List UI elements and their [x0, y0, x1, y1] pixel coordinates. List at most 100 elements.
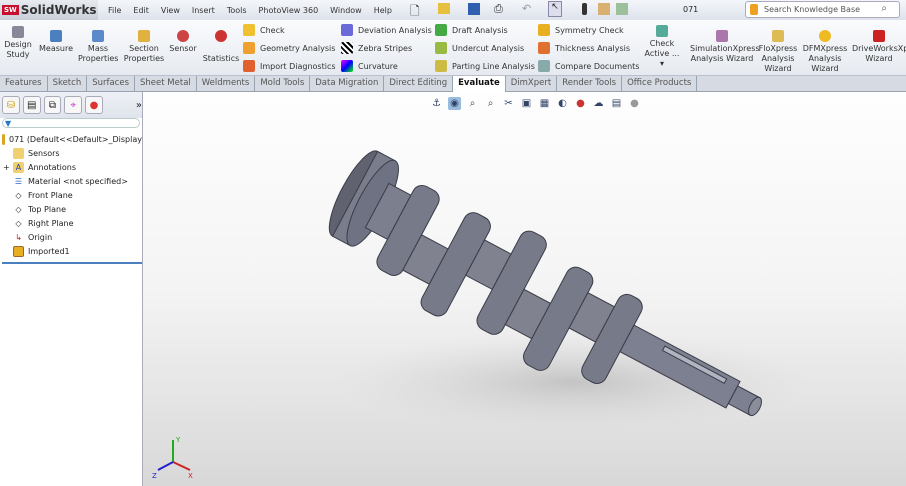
deviation-analysis-button[interactable]: Deviation Analysis [341, 22, 432, 38]
menu-file[interactable]: File [108, 6, 121, 15]
dimxpert-manager-tab-icon[interactable]: ⌖ [64, 96, 83, 114]
tree-item-sensors[interactable]: Sensors [2, 146, 142, 160]
tab-surfaces[interactable]: Surfaces [87, 76, 136, 92]
mass-properties-icon [92, 30, 104, 42]
menu-tools[interactable]: Tools [227, 6, 247, 15]
simulationxpress-button[interactable]: SimulationXpress Analysis Wizard [690, 30, 760, 64]
app-logo[interactable]: SW SolidWorks [0, 0, 98, 20]
driveworksxpress-icon [873, 30, 885, 42]
import-diagnostics-button[interactable]: Import Diagnostics [243, 58, 336, 74]
menu-window[interactable]: Window [330, 6, 362, 15]
statistics-button[interactable]: Statistics [202, 30, 240, 64]
parting-line-analysis-button[interactable]: Parting Line Analysis [435, 58, 535, 74]
tab-dimxpert[interactable]: DimXpert [506, 76, 558, 92]
menu-bar: SW SolidWorks File Edit View Insert Tools Phot… [0, 0, 906, 20]
tab-sheet-metal[interactable]: Sheet Metal [135, 76, 197, 92]
logo-badge: SW [2, 5, 19, 15]
triad-z-label: Z [152, 472, 157, 480]
save-icon[interactable] [468, 3, 480, 15]
tab-features[interactable]: Features [0, 76, 48, 92]
property-manager-tab-icon[interactable]: ▤ [22, 96, 41, 114]
print-icon[interactable]: ⎙ [494, 2, 503, 16]
draft-analysis-icon [435, 24, 447, 36]
driveworksxpress-button[interactable]: DriveWorksXpress Wizard [852, 30, 906, 64]
graphics-area[interactable]: ⚓ ◉ ⌕ ⌕ ✂ ▣ ▦ ◐ ● ☁ ▤ ● Y X Z [143, 92, 906, 486]
menu-view[interactable]: View [161, 6, 180, 15]
tree-item-front-plane[interactable]: ◇ Front Plane [2, 188, 142, 202]
tree-item-material[interactable]: ☰ Material <not specified> [2, 174, 142, 188]
tab-sketch[interactable]: Sketch [48, 76, 88, 92]
curvature-icon [341, 60, 353, 72]
symmetry-check-button[interactable]: Symmetry Check [538, 22, 624, 38]
compare-documents-button[interactable]: Compare Documents [538, 58, 639, 74]
mass-properties-button[interactable]: Mass Properties [78, 30, 118, 64]
tab-weldments[interactable]: Weldments [197, 76, 256, 92]
tree-item-origin[interactable]: ↳ Origin [2, 230, 142, 244]
check-button[interactable]: Check [243, 22, 285, 38]
search-input[interactable]: Search Knowledge Base ⌕ [745, 1, 900, 18]
geometry-analysis-button[interactable]: Geometry Analysis [243, 40, 335, 56]
rebuild-icon[interactable] [582, 3, 587, 15]
material-icon: ☰ [14, 176, 23, 186]
curvature-button[interactable]: Curvature [341, 58, 398, 74]
filter-icon: ▼ [5, 119, 12, 128]
origin-icon: ↳ [15, 232, 22, 242]
tab-direct-editing[interactable]: Direct Editing [384, 76, 454, 92]
search-placeholder: Search Knowledge Base [764, 5, 861, 14]
feature-manager-tab-icon[interactable]: ⛁ [2, 96, 20, 114]
check-active-button[interactable]: Check Active ... ▾ [640, 25, 684, 69]
simulationxpress-icon [716, 30, 728, 42]
tab-mold-tools[interactable]: Mold Tools [255, 76, 311, 92]
tree-item-right-plane[interactable]: ◇ Right Plane [2, 216, 142, 230]
menu-help[interactable]: Help [374, 6, 392, 15]
dfmxpress-button[interactable]: DFMXpress Analysis Wizard [802, 30, 848, 74]
sensor-icon [177, 30, 189, 42]
undercut-analysis-button[interactable]: Undercut Analysis [435, 40, 524, 56]
tree-item-top-plane[interactable]: ◇ Top Plane [2, 202, 142, 216]
tree-item-annotations[interactable]: + A Annotations [2, 160, 142, 174]
draft-analysis-button[interactable]: Draft Analysis [435, 22, 508, 38]
select-icon[interactable]: ↖ [548, 1, 562, 17]
zebra-stripes-button[interactable]: Zebra Stripes [341, 40, 412, 56]
geometry-analysis-icon [243, 42, 255, 54]
search-icon[interactable]: ⌕ [881, 3, 887, 14]
label: Geometry Analysis [260, 43, 336, 53]
design-study-button[interactable]: Design Study [2, 26, 34, 60]
file-properties-icon[interactable] [598, 3, 610, 15]
tree-root-part[interactable]: 071 (Default<<Default>_Display [2, 132, 142, 146]
crankshaft-model[interactable] [143, 92, 906, 486]
measure-button[interactable]: Measure [36, 30, 76, 54]
undo-icon[interactable]: ↶ [522, 2, 531, 15]
menu-insert[interactable]: Insert [192, 6, 215, 15]
label: Curvature [358, 61, 398, 71]
expand-plus-icon[interactable]: + [3, 163, 11, 172]
label: Symmetry Check [555, 25, 624, 35]
tab-office-products[interactable]: Office Products [622, 76, 698, 92]
tab-evaluate[interactable]: Evaluate [453, 76, 506, 92]
rollback-bar[interactable] [2, 262, 142, 264]
expand-chevron-icon[interactable]: » [136, 100, 142, 111]
label: Design Study [4, 40, 32, 59]
options-icon[interactable] [616, 3, 628, 15]
tree-item-imported1[interactable]: Imported1 [2, 244, 142, 258]
plane-icon: ◇ [15, 204, 22, 214]
reference-triad: Y X Z [152, 436, 193, 480]
menu-edit[interactable]: Edit [133, 6, 149, 15]
open-icon[interactable] [438, 3, 450, 14]
label: Check Active ... [644, 39, 680, 58]
sensor-button[interactable]: Sensor [168, 30, 198, 54]
measure-icon [50, 30, 62, 42]
design-study-icon [12, 26, 24, 38]
label: Draft Analysis [452, 25, 508, 35]
tab-data-migration[interactable]: Data Migration [310, 76, 385, 92]
floxpress-button[interactable]: FloXpress Analysis Wizard [757, 30, 799, 74]
tab-render-tools[interactable]: Render Tools [557, 76, 623, 92]
thickness-analysis-button[interactable]: Thickness Analysis [538, 40, 630, 56]
label: Measure [39, 44, 73, 53]
display-manager-tab-icon[interactable]: ● [85, 96, 103, 114]
menu-photoview[interactable]: PhotoView 360 [259, 6, 319, 15]
tree-filter-input[interactable]: ▼ [2, 118, 140, 128]
import-diagnostics-icon [243, 60, 255, 72]
configuration-manager-tab-icon[interactable]: ⧉ [43, 96, 62, 114]
section-properties-button[interactable]: Section Properties [122, 30, 166, 64]
